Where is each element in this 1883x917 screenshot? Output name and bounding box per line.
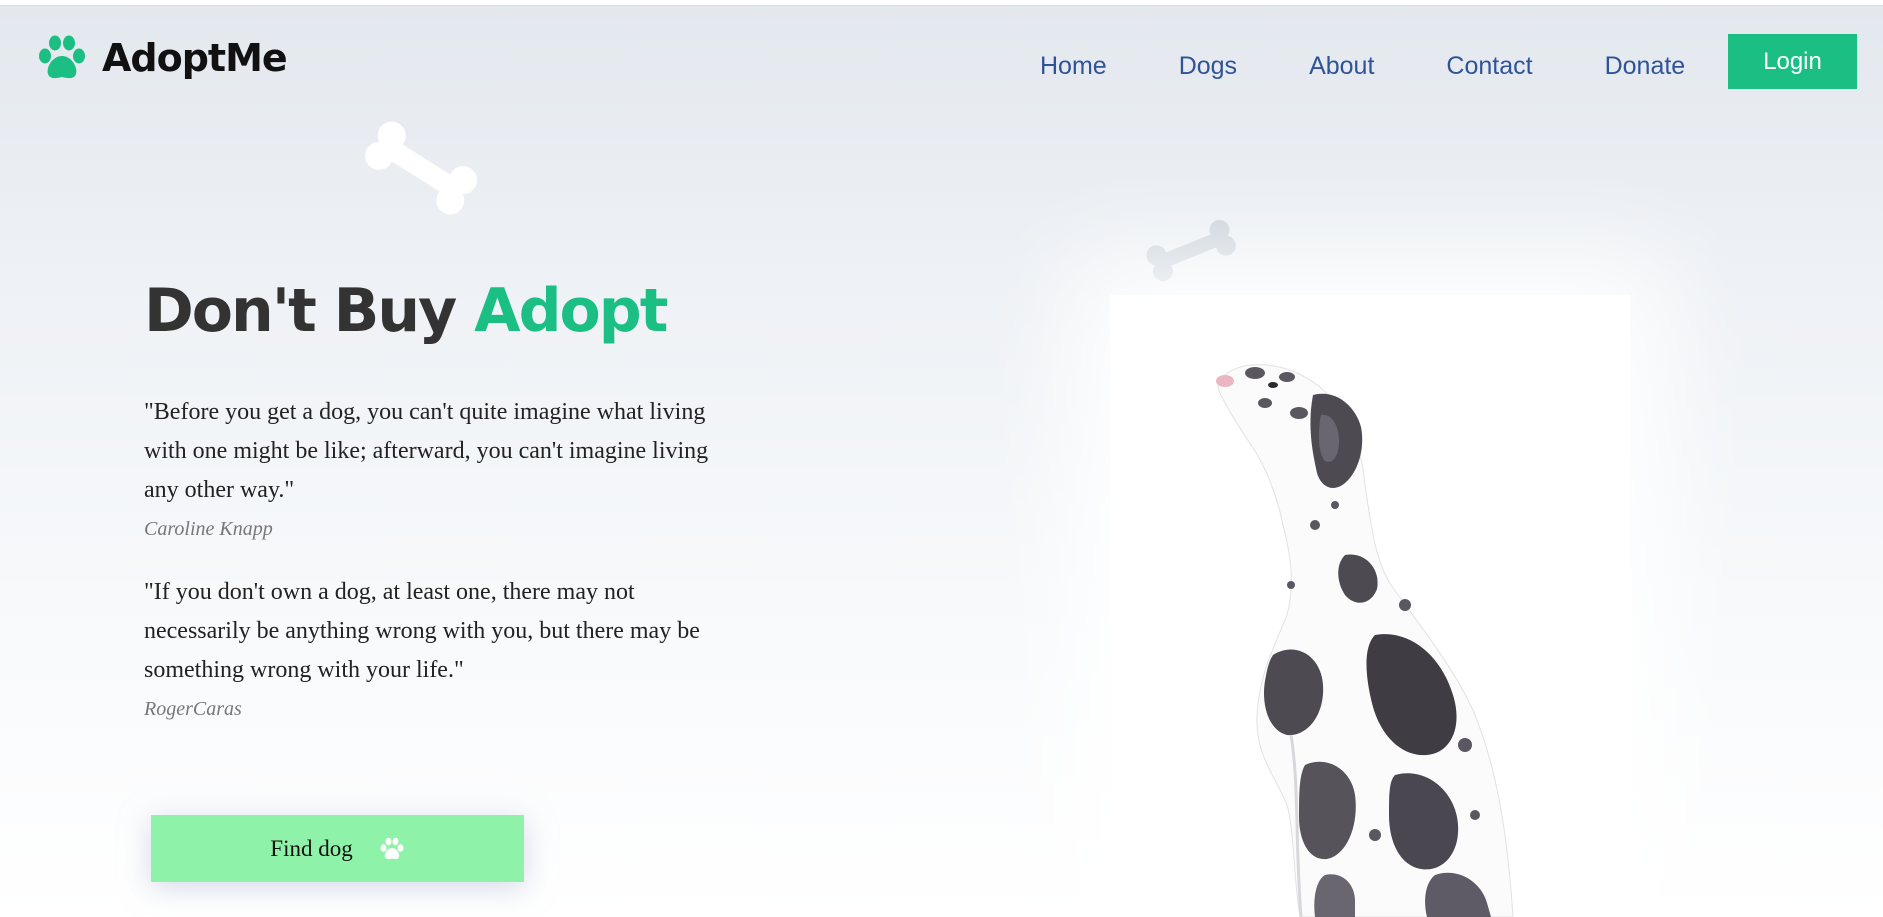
paw-icon	[380, 837, 404, 859]
main-nav: Home Dogs About Contact Donate	[1040, 50, 1685, 82]
bone-icon	[1146, 219, 1236, 282]
paw-icon	[39, 35, 85, 79]
quote-author: RogerCaras	[144, 698, 242, 720]
quote-text: "If you don't own a dog, at least one, t…	[144, 579, 700, 683]
nav-contact[interactable]: Contact	[1446, 50, 1532, 82]
quote-text: "Before you get a dog, you can't quite i…	[144, 399, 709, 503]
nav-about[interactable]: About	[1309, 50, 1374, 82]
find-dog-label: Find dog	[270, 835, 353, 861]
bone-icon	[365, 121, 477, 215]
hero-headline: Don't Buy Adopt	[144, 276, 668, 346]
nav-home[interactable]: Home	[1040, 50, 1107, 82]
browser-top-strip	[0, 0, 1883, 6]
headline-accent: Adopt	[474, 276, 668, 346]
login-button[interactable]: Login	[1728, 34, 1857, 89]
brand-name: AdoptMe	[102, 36, 288, 80]
nav-donate[interactable]: Donate	[1605, 50, 1686, 82]
dog-image	[1216, 364, 1514, 917]
headline-prefix: Don't Buy	[144, 276, 457, 346]
nav-dogs[interactable]: Dogs	[1179, 50, 1237, 82]
quote-author: Caroline Knapp	[144, 518, 273, 540]
find-dog-button[interactable]: Find dog	[151, 815, 524, 882]
brand-logo[interactable]: AdoptMe	[36, 34, 288, 82]
